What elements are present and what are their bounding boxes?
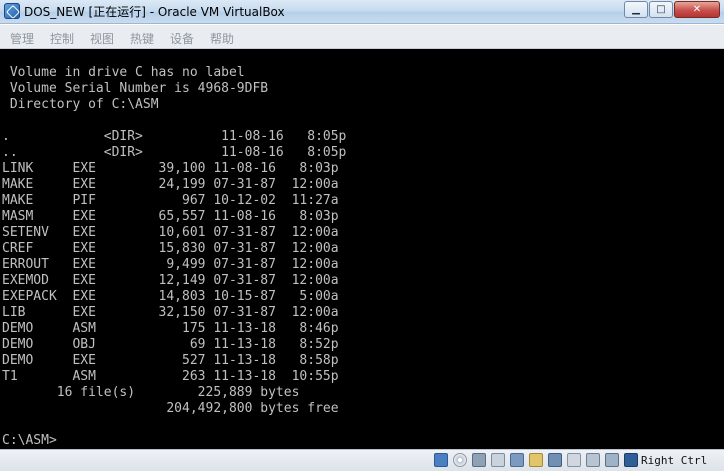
display-icon[interactable]	[529, 453, 543, 467]
menu-view[interactable]: 视图	[90, 30, 114, 47]
dir-entry: DEMO EXE 527 11-13-18 8:58p	[2, 353, 339, 368]
network-icon[interactable]	[567, 453, 581, 467]
virtualbox-window: DOS_NEW [正在运行] - Oracle VM VirtualBox ▁ …	[0, 0, 724, 471]
dir-entry: MAKE EXE 24,199 07-31-87 12:00a	[2, 177, 339, 192]
dir-entry: EXEPACK EXE 14,803 10-15-87 5:00a	[2, 289, 339, 304]
minimize-button[interactable]: ▁	[624, 1, 648, 18]
usb-icon[interactable]	[491, 453, 505, 467]
menu-control[interactable]: 控制	[50, 30, 74, 47]
command-prompt[interactable]: C:\ASM>	[2, 433, 57, 449]
maximize-button[interactable]: □	[649, 1, 673, 18]
dir-entry: DEMO OBJ 69 11-13-18 8:52p	[2, 337, 339, 352]
window-title: DOS_NEW [正在运行] - Oracle VM VirtualBox	[24, 5, 285, 19]
hard-disk-icon[interactable]	[434, 453, 448, 467]
dir-entry: MAKE PIF 967 10-12-02 11:27a	[2, 193, 339, 208]
host-key-icon[interactable]	[624, 453, 638, 467]
shared-folders-icon[interactable]	[510, 453, 524, 467]
title-bar[interactable]: DOS_NEW [正在运行] - Oracle VM VirtualBox ▁ …	[0, 0, 724, 24]
dir-entry: MASM EXE 65,557 11-08-16 8:03p	[2, 209, 339, 224]
virtualbox-app-icon	[4, 3, 20, 19]
cpu-icon[interactable]	[605, 453, 619, 467]
menu-devices[interactable]: 设备	[170, 30, 194, 47]
close-button[interactable]: ✕	[674, 1, 720, 18]
volume-serial-line: Volume Serial Number is 4968-9DFB	[2, 81, 269, 96]
file-count-summary: 16 file(s) 225,889 bytes	[2, 385, 300, 400]
audio-icon[interactable]	[472, 453, 486, 467]
video-capture-icon[interactable]	[548, 453, 562, 467]
dir-entry: SETENV EXE 10,601 07-31-87 12:00a	[2, 225, 339, 240]
directory-line: Directory of C:\ASM	[2, 97, 159, 112]
status-bar: Right Ctrl	[0, 449, 724, 471]
volume-label-line: Volume in drive C has no label	[2, 65, 245, 80]
optical-drive-icon[interactable]	[453, 453, 467, 467]
dir-entry: LINK EXE 39,100 11-08-16 8:03p	[2, 161, 339, 176]
menu-hotkeys[interactable]: 热键	[130, 30, 154, 47]
mouse-integration-icon[interactable]	[586, 453, 600, 467]
dir-entry: ERROUT EXE 9,499 07-31-87 12:00a	[2, 257, 339, 272]
bytes-free-summary: 204,492,800 bytes free	[2, 401, 339, 416]
dir-entry: CREF EXE 15,830 07-31-87 12:00a	[2, 241, 339, 256]
dir-entry: EXEMOD EXE 12,149 07-31-87 12:00a	[2, 273, 339, 288]
dir-entry: LIB EXE 32,150 07-31-87 12:00a	[2, 305, 339, 320]
menu-help[interactable]: 帮助	[210, 30, 234, 47]
host-key-label: Right Ctrl	[641, 454, 708, 467]
menu-manage[interactable]: 管理	[10, 30, 34, 47]
vm-console-screen[interactable]: Volume in drive C has no label Volume Se…	[0, 49, 724, 449]
dir-entry: .. <DIR> 11-08-16 8:05p	[2, 145, 347, 160]
menu-bar: 管理 控制 视图 热键 设备 帮助	[0, 25, 724, 49]
dir-entry: DEMO ASM 175 11-13-18 8:46p	[2, 321, 339, 336]
dir-entry: . <DIR> 11-08-16 8:05p	[2, 129, 347, 144]
dir-entry: T1 ASM 263 11-13-18 10:55p	[2, 369, 339, 384]
